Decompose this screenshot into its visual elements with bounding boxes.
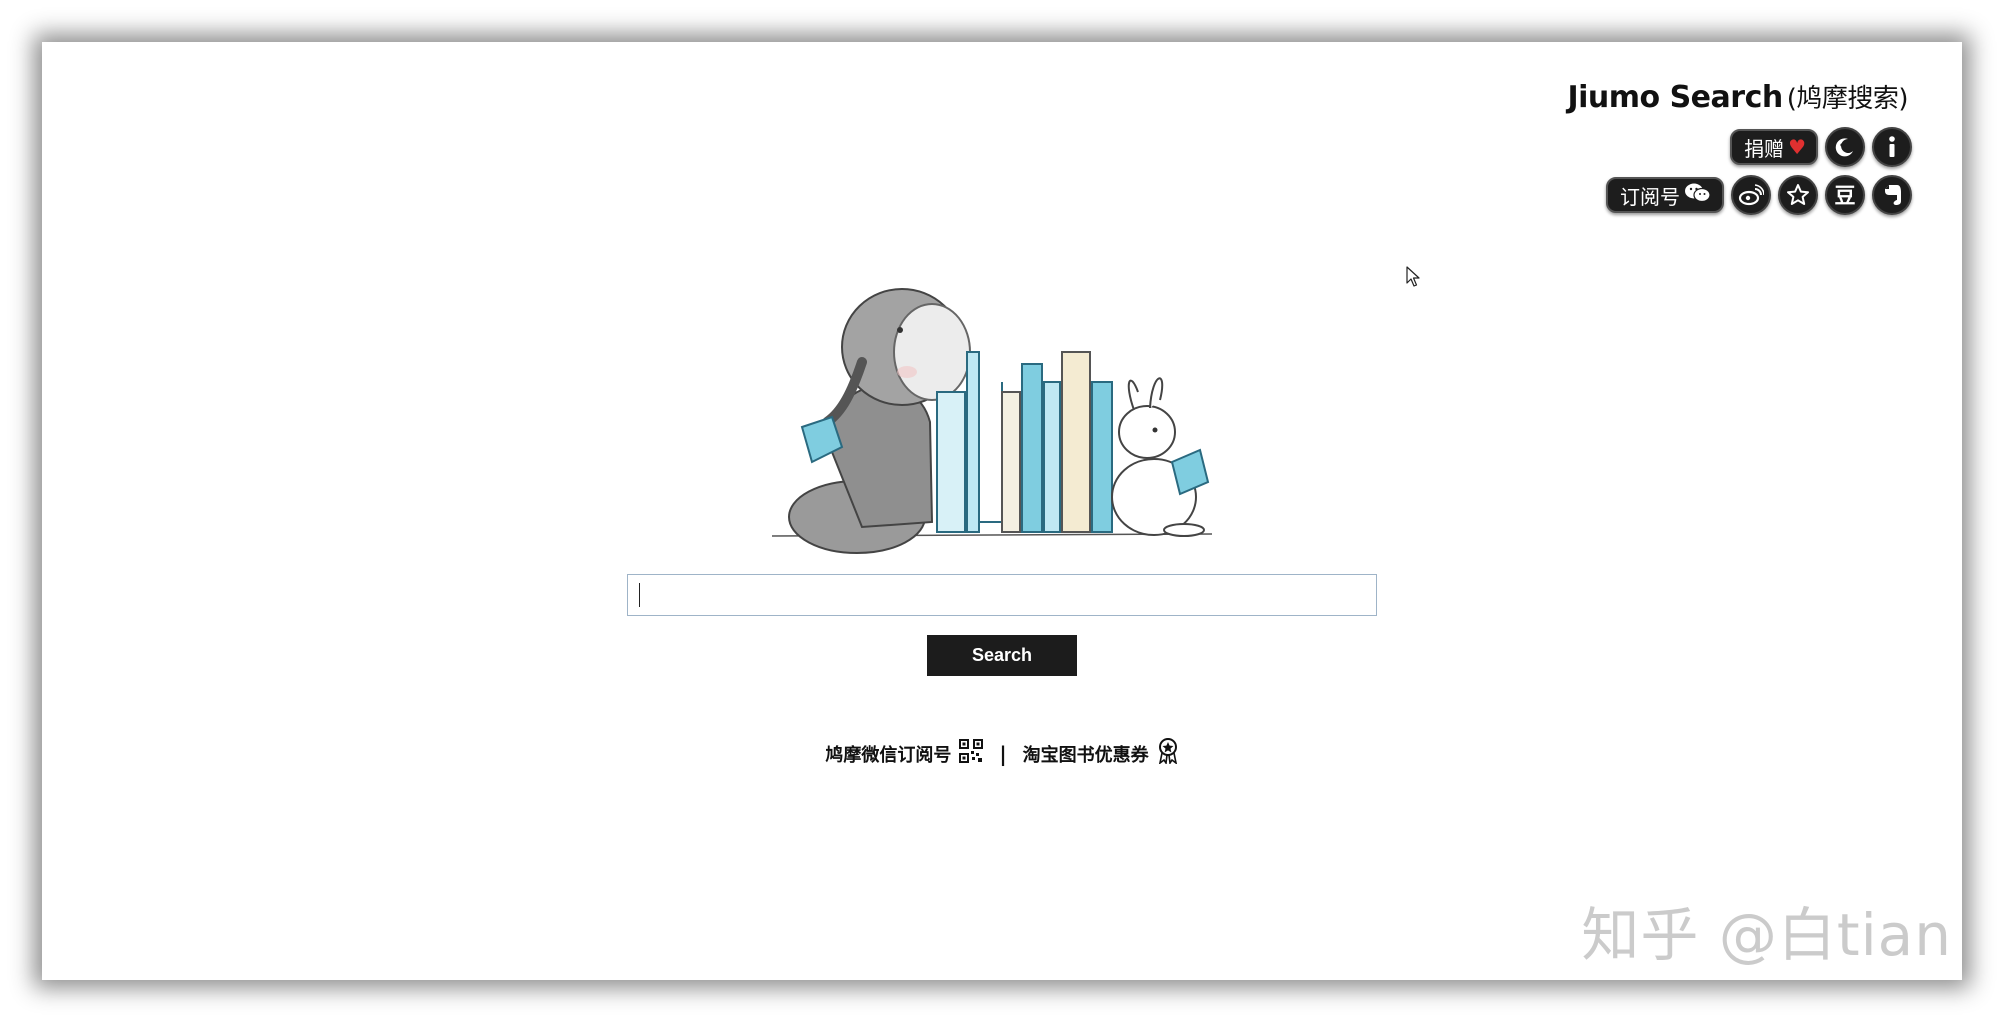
donate-label: 捐赠 bbox=[1744, 136, 1785, 161]
footer-links: 鸠摩微信订阅号 | 淘宝图书优惠券 bbox=[42, 738, 1962, 769]
wechat-icon bbox=[1684, 182, 1712, 209]
heart-icon: ♥ bbox=[1788, 135, 1806, 159]
favorite-button[interactable] bbox=[1778, 175, 1818, 215]
subscribe-button[interactable]: 订阅号 bbox=[1606, 177, 1724, 213]
browser-viewport: Jiumo Search (鸠摩搜索) 捐赠 ♥ 订阅号 豆 Search 鸠摩… bbox=[42, 42, 1962, 980]
site-title-en: Jiumo Search bbox=[1567, 80, 1783, 115]
search-input[interactable] bbox=[627, 574, 1377, 616]
star-icon bbox=[1786, 183, 1810, 207]
qr-code-icon bbox=[959, 739, 984, 768]
search-button[interactable]: Search bbox=[927, 635, 1077, 676]
header-toolbar-row-1: 捐赠 ♥ bbox=[1730, 127, 1912, 167]
zhihu-watermark: 知乎 @白tian bbox=[1581, 901, 1952, 969]
donate-button[interactable]: 捐赠 ♥ bbox=[1730, 129, 1818, 165]
wechat-subscribe-link[interactable]: 鸠摩微信订阅号 bbox=[825, 739, 984, 768]
wechat-subscribe-label: 鸠摩微信订阅号 bbox=[825, 744, 952, 766]
taobao-coupon-label: 淘宝图书优惠券 bbox=[1022, 744, 1149, 766]
badge-icon bbox=[1157, 738, 1179, 769]
evernote-icon bbox=[1881, 183, 1903, 207]
links-separator: | bbox=[999, 741, 1007, 766]
site-title-cn: (鸠摩搜索) bbox=[1786, 84, 1909, 114]
douban-button[interactable]: 豆 bbox=[1825, 175, 1865, 215]
evernote-button[interactable] bbox=[1872, 175, 1912, 215]
info-icon bbox=[1881, 135, 1903, 159]
mouse-pointer-icon bbox=[1406, 266, 1420, 287]
weibo-icon bbox=[1738, 184, 1764, 206]
subscribe-label: 订阅号 bbox=[1620, 184, 1680, 209]
douban-icon: 豆 bbox=[1834, 184, 1856, 208]
mascot-illustration bbox=[772, 288, 1213, 554]
text-caret bbox=[639, 583, 640, 607]
taobao-coupon-link[interactable]: 淘宝图书优惠券 bbox=[1023, 738, 1179, 769]
moon-icon bbox=[1834, 136, 1856, 158]
site-title[interactable]: Jiumo Search (鸠摩搜索) bbox=[1567, 78, 1908, 115]
header-toolbar-row-2: 订阅号 豆 bbox=[1606, 175, 1912, 215]
info-button[interactable] bbox=[1872, 127, 1912, 167]
weibo-button[interactable] bbox=[1731, 175, 1771, 215]
night-mode-button[interactable] bbox=[1825, 127, 1865, 167]
